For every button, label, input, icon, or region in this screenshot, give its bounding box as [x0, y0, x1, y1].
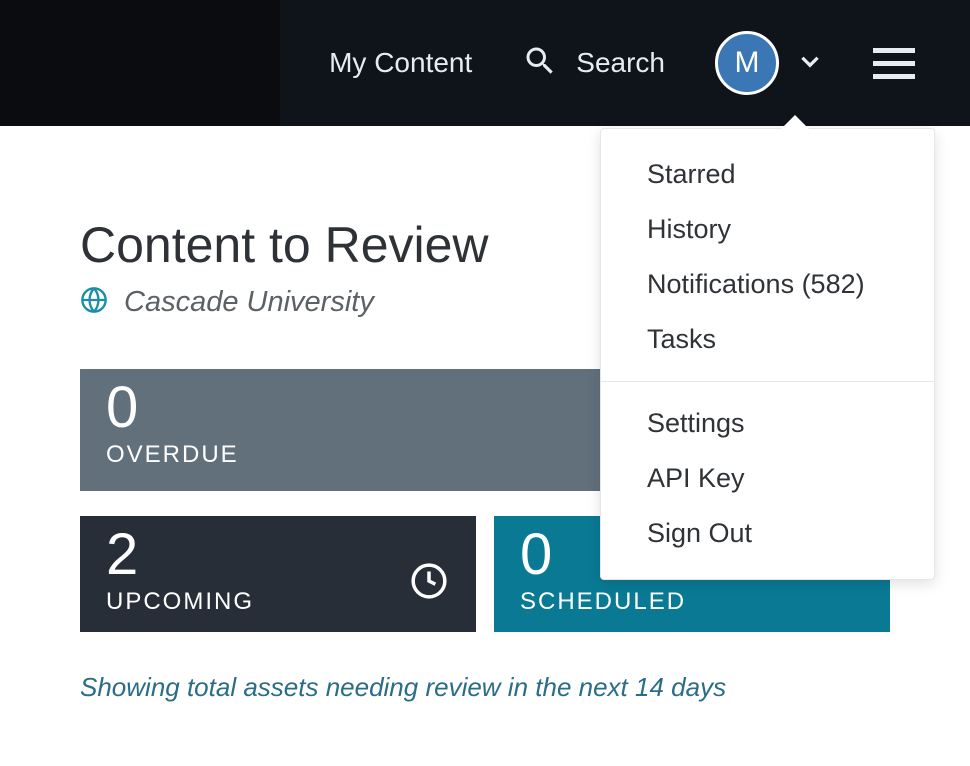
- upcoming-label: UPCOMING: [106, 588, 450, 616]
- user-menu-trigger[interactable]: M: [715, 31, 823, 95]
- scheduled-label: SCHEDULED: [520, 588, 864, 616]
- upcoming-card[interactable]: 2 UPCOMING: [80, 516, 476, 632]
- subtitle-text: Cascade University: [124, 286, 374, 319]
- my-content-link[interactable]: My Content: [329, 47, 472, 79]
- dropdown-item-api-key[interactable]: API Key: [601, 451, 934, 506]
- search-group[interactable]: Search: [522, 43, 665, 84]
- dropdown-item-tasks[interactable]: Tasks: [601, 312, 934, 367]
- search-label: Search: [576, 47, 665, 79]
- dropdown-item-settings[interactable]: Settings: [601, 396, 934, 451]
- dropdown-divider: [601, 381, 934, 382]
- hamburger-menu[interactable]: [873, 48, 915, 79]
- dropdown-item-history[interactable]: History: [601, 202, 934, 257]
- topbar-items: My Content Search M: [329, 31, 915, 95]
- chevron-down-icon: [797, 48, 823, 79]
- user-dropdown: Starred History Notifications (582) Task…: [600, 128, 935, 580]
- avatar: M: [715, 31, 779, 95]
- topbar: My Content Search M: [0, 0, 970, 126]
- dropdown-item-starred[interactable]: Starred: [601, 147, 934, 202]
- upcoming-value: 2: [106, 526, 450, 584]
- footnote: Showing total assets needing review in t…: [80, 672, 890, 703]
- clock-icon: [410, 562, 448, 605]
- dropdown-item-notifications[interactable]: Notifications (582): [601, 257, 934, 312]
- dropdown-item-sign-out[interactable]: Sign Out: [601, 506, 934, 561]
- search-icon: [522, 43, 558, 84]
- topbar-left-block: [0, 0, 280, 126]
- globe-icon: [80, 286, 108, 319]
